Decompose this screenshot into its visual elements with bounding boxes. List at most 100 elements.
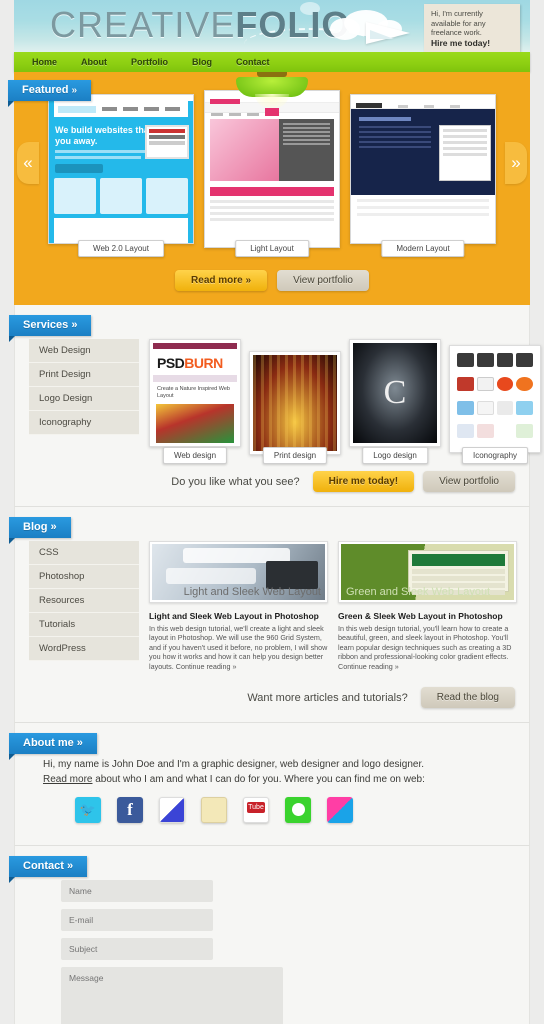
flickr-notes-icon[interactable] [201, 797, 227, 824]
page-root: CREATIVEFOLIO Hi, I'm currently availabl… [0, 0, 544, 1024]
psd-headline: Create a Nature Inspired Web Layout [157, 386, 230, 399]
post-title[interactable]: Green & Sleek Web Layout in Photoshop [338, 611, 517, 621]
read-more-button[interactable]: Read more » [175, 270, 268, 291]
blog-cta-row: Want more articles and tutorials? Read t… [15, 671, 529, 712]
service-thumb[interactable]: Iconography [449, 345, 541, 464]
blog-menu: CSS Photoshop Resources Tutorials WordPr… [29, 541, 139, 671]
post-title[interactable]: Light and Sleek Web Layout in Photoshop [149, 611, 328, 621]
chevron-right-icon: » [71, 319, 78, 331]
note-line-2: available for any [431, 18, 486, 28]
contact-form: SEND [15, 846, 529, 1024]
contact-title: Contact [23, 860, 64, 873]
youtube-icon[interactable] [243, 797, 269, 824]
logo-letter: C [383, 374, 407, 411]
services-menu-item-iconography[interactable]: Iconography [29, 411, 139, 435]
blog-post[interactable]: Light and Sleek Web Layout Light and Sle… [149, 541, 328, 671]
nav-item-blog[interactable]: Blog [192, 57, 212, 67]
post-excerpt: In this web design tutorial, you'll lear… [338, 624, 512, 671]
about-section: About me » Hi, my name is John Doe and I… [9, 723, 530, 847]
lamp-icon [236, 72, 308, 108]
post-thumbnail[interactable]: Green and Sleek Web Layout [338, 541, 517, 603]
featured-thumbnail [204, 90, 340, 248]
blog-menu-item-wordpress[interactable]: WordPress [29, 637, 139, 661]
featured-thumbnail: We build websites that blow you away. [48, 94, 194, 244]
blog-menu-item-tutorials[interactable]: Tutorials [29, 613, 139, 637]
slider-prev-button[interactable]: « [17, 142, 39, 184]
chevron-right-icon: » [76, 737, 83, 750]
nav-item-portfolio[interactable]: Portfolio [131, 57, 168, 67]
featured-caption: Web 2.0 Layout [78, 240, 164, 257]
twitter-icon[interactable] [75, 797, 101, 824]
featured-caption: Modern Layout [381, 240, 465, 257]
service-thumb[interactable]: C Logo design [349, 339, 441, 464]
blog-title: Blog [23, 521, 48, 533]
blog-section: Blog » CSS Photoshop Resources Tutorials… [9, 507, 530, 724]
about-heading: About me » [9, 733, 97, 761]
about-read-more-link[interactable]: Read more [43, 774, 92, 785]
facebook-icon[interactable]: f [117, 797, 143, 824]
featured-slide[interactable]: Light Layout [204, 90, 340, 257]
services-menu: Web Design Print Design Logo Design Icon… [29, 339, 139, 455]
service-thumb[interactable]: Print design [249, 351, 341, 464]
services-thumbs: PSDBURN Create a Nature Inspired Web Lay… [139, 339, 544, 464]
featured-section: Featured » « » We build websites that bl… [8, 72, 530, 305]
nav-item-about[interactable]: About [81, 57, 107, 67]
featured-slide[interactable]: Modern Layout [350, 94, 496, 257]
service-thumb[interactable]: PSDBURN Create a Nature Inspired Web Lay… [149, 339, 241, 464]
services-cta-question: Do you like what you see? [171, 475, 300, 488]
technorati-icon[interactable] [285, 797, 311, 824]
blog-menu-item-photoshop[interactable]: Photoshop [29, 565, 139, 589]
featured-heading: Featured » [8, 80, 92, 107]
post-thumbnail[interactable]: Light and Sleek Web Layout [149, 541, 328, 603]
paper-plane-shadow-icon [370, 30, 394, 39]
hire-me-button[interactable]: Hire me today! [312, 471, 415, 492]
note-line-1: Hi, I'm currently [431, 9, 483, 18]
flickr-icon[interactable] [327, 797, 353, 824]
blog-menu-item-css[interactable]: CSS [29, 541, 139, 565]
blog-heading: Blog » [9, 517, 71, 544]
read-the-blog-button[interactable]: Read the blog [420, 687, 515, 709]
about-line-1: Hi, my name is John Doe and I'm a graphi… [43, 759, 425, 771]
chevron-right-icon: » [71, 85, 78, 96]
name-input[interactable] [61, 880, 213, 903]
site-header: CREATIVEFOLIO Hi, I'm currently availabl… [14, 0, 530, 52]
service-caption: Web design [162, 447, 228, 464]
featured-title: Featured [22, 84, 69, 96]
psd-logo-a: PSD [157, 355, 185, 371]
blog-menu-item-resources[interactable]: Resources [29, 589, 139, 613]
featured-cta-row: Read more » View portfolio [14, 270, 530, 291]
blog-cta-question: Want more articles and tutorials? [247, 691, 408, 704]
blog-post[interactable]: Green and Sleek Web Layout Green & Sleek… [338, 541, 517, 671]
services-heading: Services » [9, 315, 92, 342]
service-caption: Logo design [362, 447, 428, 464]
message-textarea[interactable] [61, 967, 283, 1024]
site-logo[interactable]: CREATIVEFOLIO [50, 2, 350, 48]
services-section: Services » Web Design Print Design Logo … [9, 305, 541, 507]
services-menu-item-logo-design[interactable]: Logo Design [29, 387, 139, 411]
social-links: f [75, 797, 529, 824]
slider-next-button[interactable]: » [505, 142, 527, 184]
view-portfolio-button[interactable]: View portfolio [423, 471, 515, 492]
delicious-icon[interactable] [159, 797, 185, 824]
blog-posts: Light and Sleek Web Layout Light and Sle… [139, 541, 529, 671]
subject-input[interactable] [61, 938, 213, 961]
note-line-3: freelance work. [431, 28, 482, 37]
service-caption: Iconography [461, 447, 529, 464]
contact-heading: Contact » [9, 856, 88, 884]
featured-thumbnail [350, 94, 496, 244]
featured-caption: Light Layout [235, 240, 309, 257]
view-portfolio-button[interactable]: View portfolio [277, 270, 369, 291]
note-cta[interactable]: Hire me today! [431, 38, 513, 49]
nav-item-home[interactable]: Home [32, 57, 57, 67]
email-input[interactable] [61, 909, 213, 932]
availability-note[interactable]: Hi, I'm currently available for any free… [424, 4, 520, 52]
about-title: About me [23, 737, 74, 750]
chevron-right-icon: » [67, 860, 74, 873]
service-caption: Print design [262, 447, 328, 464]
contact-section: Contact » SEND [9, 846, 530, 1024]
featured-slide[interactable]: We build websites that blow you away. We… [48, 94, 194, 257]
chevron-right-icon: » [50, 521, 57, 533]
services-menu-item-print-design[interactable]: Print Design [29, 363, 139, 387]
nav-item-contact[interactable]: Contact [236, 57, 270, 67]
services-menu-item-web-design[interactable]: Web Design [29, 339, 139, 363]
